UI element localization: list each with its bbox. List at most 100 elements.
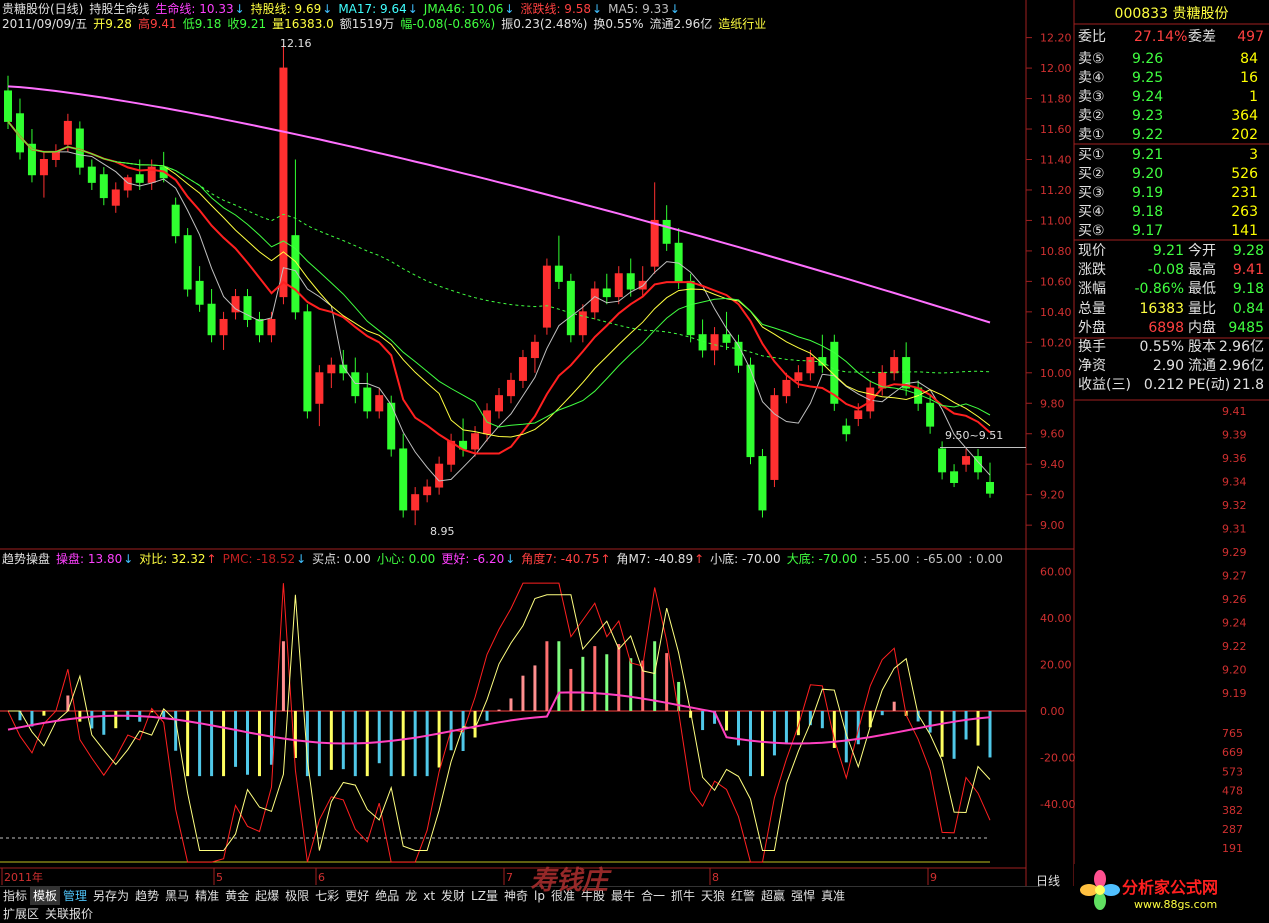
toolbar-item[interactable]: 绝品 [372, 887, 402, 905]
time-axis-tick: 5 [216, 871, 223, 884]
toolbar-item[interactable]: 另存为 [90, 887, 132, 905]
mini-axis-tick: 9.29 [1222, 546, 1247, 559]
time-axis-tick: 7 [506, 871, 513, 884]
toolbar-item[interactable]: 模板 [30, 887, 61, 905]
arrow-up-icon: ↑ [600, 552, 611, 566]
mini-axis-tick: 9.27 [1222, 570, 1247, 583]
price-axis-tick: 9.80 [1040, 397, 1065, 410]
toolbar-item[interactable]: 更好 [342, 887, 372, 905]
sell-volume: 364 [1231, 108, 1258, 124]
stat-value: 6898 [1148, 319, 1184, 336]
buy-volume: 231 [1231, 185, 1258, 201]
toolbar-item[interactable]: 抓牛 [668, 887, 698, 905]
candle-body [63, 120, 72, 145]
toolbar-item[interactable]: 红警 [728, 887, 758, 905]
candle-body [111, 189, 120, 206]
stat-label: 内盘 [1188, 319, 1216, 336]
toolbar-item[interactable]: 超赢 [758, 887, 788, 905]
sell-label: 卖④ [1078, 70, 1105, 86]
candle-body [794, 372, 803, 381]
buy-label: 买② [1078, 166, 1105, 182]
candle-body [854, 410, 863, 420]
toolbar-item[interactable]: 最牛 [608, 887, 638, 905]
candle-body [554, 265, 563, 282]
price-axis-tick: 10.40 [1040, 306, 1072, 319]
toolbar-item[interactable]: 黑马 [162, 887, 192, 905]
mini-axis-tick: 9.19 [1222, 687, 1247, 700]
stat-row: 外盘 6898 内盘 9485 [1078, 319, 1266, 337]
header-item: 角度7: -40.75 [521, 552, 600, 566]
stat-value: 0.55% [1139, 339, 1184, 355]
stat-label: 现价 [1078, 243, 1106, 259]
toolbar-item[interactable]: 神奇 [501, 887, 531, 905]
candle-body [171, 204, 180, 237]
stat-value: 9.41 [1232, 262, 1264, 279]
mini-axis-tick: 9.39 [1222, 429, 1247, 442]
mini-vol-axis-tick: 478 [1222, 785, 1243, 798]
mini-axis-tick: 9.20 [1222, 664, 1247, 677]
header-item: 买点: 0.00 [312, 552, 371, 566]
header-item: 流通2.96亿 [649, 17, 713, 31]
toolbar-item[interactable]: 趋势 [132, 887, 162, 905]
stat-value: 0.84 [1232, 300, 1264, 317]
arrow-down-icon: ↓ [407, 2, 418, 16]
candle-body [566, 280, 575, 336]
toolbar-item[interactable]: LZ量 [468, 887, 501, 905]
candle-body [626, 273, 635, 290]
stat-value: 9.18 [1232, 281, 1264, 298]
toolbar-item[interactable]: 强悍 [788, 887, 818, 905]
stat-label: 净资 [1078, 358, 1106, 375]
arrow-down-icon: ↓ [234, 2, 245, 16]
stat-value: -0.86% [1134, 281, 1184, 298]
arrow-down-icon: ↓ [123, 552, 134, 566]
buy-row: 买① 9.21 3 [1078, 146, 1266, 164]
candle-body [375, 395, 384, 412]
toolbar-item[interactable]: 管理 [60, 887, 90, 905]
candle-body [327, 364, 336, 374]
weicha-value: 497 [1237, 29, 1264, 45]
toolbar-item[interactable]: 天狼 [698, 887, 728, 905]
candle-body [614, 273, 623, 298]
chart-header-indicators: 贵糖股份(日线) 持股生命线 生命线: 10.33↓ 持股线: 9.69↓ MA17: … [2, 2, 686, 16]
candle-body [195, 280, 204, 305]
buy-row: 买④ 9.18 263 [1078, 203, 1266, 221]
toolbar-item[interactable]: 起爆 [252, 887, 282, 905]
toolbar-item[interactable]: 龙 [402, 887, 420, 905]
candle-body [722, 334, 731, 343]
toolbar-item[interactable]: 七彩 [312, 887, 342, 905]
bottom-toolbar-item[interactable]: 关联报价 [42, 905, 96, 923]
toolbar-item[interactable]: xt [420, 887, 438, 905]
header-item: 幅-0.08(-0.86%) [400, 17, 496, 31]
arrow-up-icon: ↑ [694, 552, 705, 566]
weibi-value: 27.14% [1134, 29, 1188, 45]
arrow-down-icon: ↓ [669, 2, 680, 16]
site-name: 分析家公式网 [1122, 878, 1219, 897]
buy-label: 买④ [1078, 204, 1105, 220]
candle-body [51, 151, 60, 161]
candle-body [303, 311, 312, 412]
candle-body [650, 219, 659, 267]
header-item: : -55.00 [863, 552, 910, 566]
toolbar-item[interactable]: 黄金 [222, 887, 252, 905]
candle-body [99, 174, 108, 199]
header-item: 生命线: 10.33 [155, 2, 234, 16]
toolbar-item[interactable]: 指标 [0, 887, 30, 905]
bottom-toolbar-item[interactable]: 扩展区 [0, 905, 42, 923]
toolbar-item[interactable]: 发财 [438, 887, 468, 905]
toolbar-item[interactable]: 精准 [192, 887, 222, 905]
toolbar-item[interactable]: 合一 [638, 887, 668, 905]
indicator-axis-tick: -20.00 [1040, 752, 1075, 765]
sell-row: 卖③ 9.24 1 [1078, 88, 1266, 106]
weibi-row: 委比 27.14% 委差 497 [1078, 28, 1266, 46]
stat-value: 2.96亿 [1218, 339, 1264, 355]
buy-volume: 3 [1249, 147, 1258, 163]
toolbar-item[interactable]: 真准 [818, 887, 848, 905]
tab-daily[interactable]: 日线 [1036, 872, 1060, 889]
candle-body [87, 166, 96, 183]
arrow-down-icon: ↓ [296, 552, 307, 566]
header-item: 角M7: -40.89 [616, 552, 694, 566]
price-axis-tick: 9.20 [1040, 489, 1065, 502]
stat-label: 今开 [1188, 243, 1216, 259]
bottom-toolbar: 扩展区 关联报价 [0, 905, 96, 923]
toolbar-item[interactable]: 极限 [282, 887, 312, 905]
